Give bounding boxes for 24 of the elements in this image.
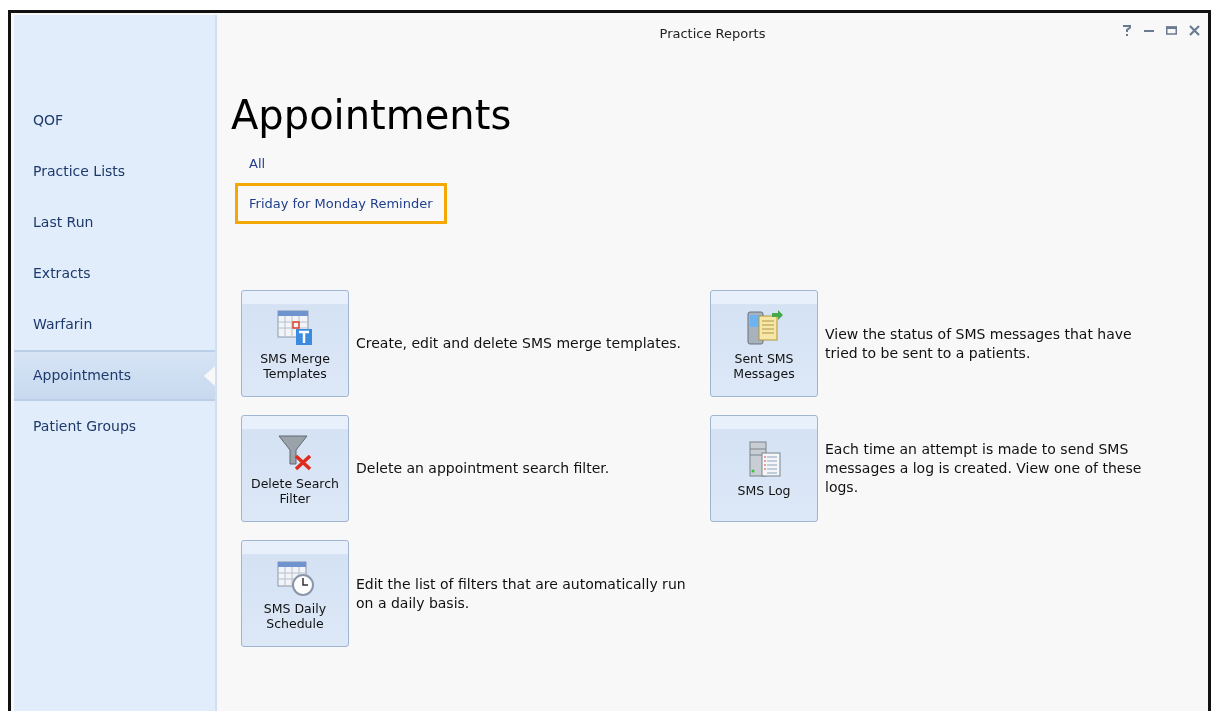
tile-button[interactable]: Sent SMS Messages (710, 290, 818, 397)
sidebar-item[interactable]: Extracts (14, 248, 215, 299)
help-icon[interactable] (1122, 25, 1132, 36)
page-heading: Appointments (231, 91, 513, 139)
sidebar-item[interactable]: Last Run (14, 197, 215, 248)
tile-description: View the status of SMS messages that have tried to be sent to a patients. (825, 324, 1133, 363)
sidebar-item[interactable]: Patient Groups (14, 401, 215, 452)
tile-button[interactable]: SMS Daily Schedule (241, 540, 349, 647)
tile-description: Delete an appointment search filter. (356, 459, 610, 478)
tile-button[interactable]: SMS Merge Templates (241, 290, 349, 397)
tile-description: Create, edit and delete SMS merge templates. (356, 334, 682, 353)
sidebar-item[interactable]: Practice Lists (14, 146, 215, 197)
sidebar-item[interactable]: QOF (14, 95, 215, 146)
tile-button[interactable]: SMS Log (710, 415, 818, 522)
sidebar-item[interactable]: Warfarin (14, 299, 215, 350)
close-icon[interactable] (1189, 25, 1200, 36)
report-link[interactable]: All (235, 151, 280, 177)
sidebar-item[interactable]: Appointments (14, 350, 215, 401)
maximize-icon[interactable] (1166, 25, 1177, 36)
tile-description: Edit the list of filters that are automatically run on a daily basis. (356, 574, 686, 613)
window-title: Practice Reports (659, 25, 766, 44)
tile-description: Each time an attempt is made to send SMS messages a log is created. View one of these logs. (825, 440, 1143, 497)
tile-button[interactable]: Delete Search Filter (241, 415, 349, 522)
report-link[interactable]: Friday for Monday Reminder (235, 182, 447, 224)
